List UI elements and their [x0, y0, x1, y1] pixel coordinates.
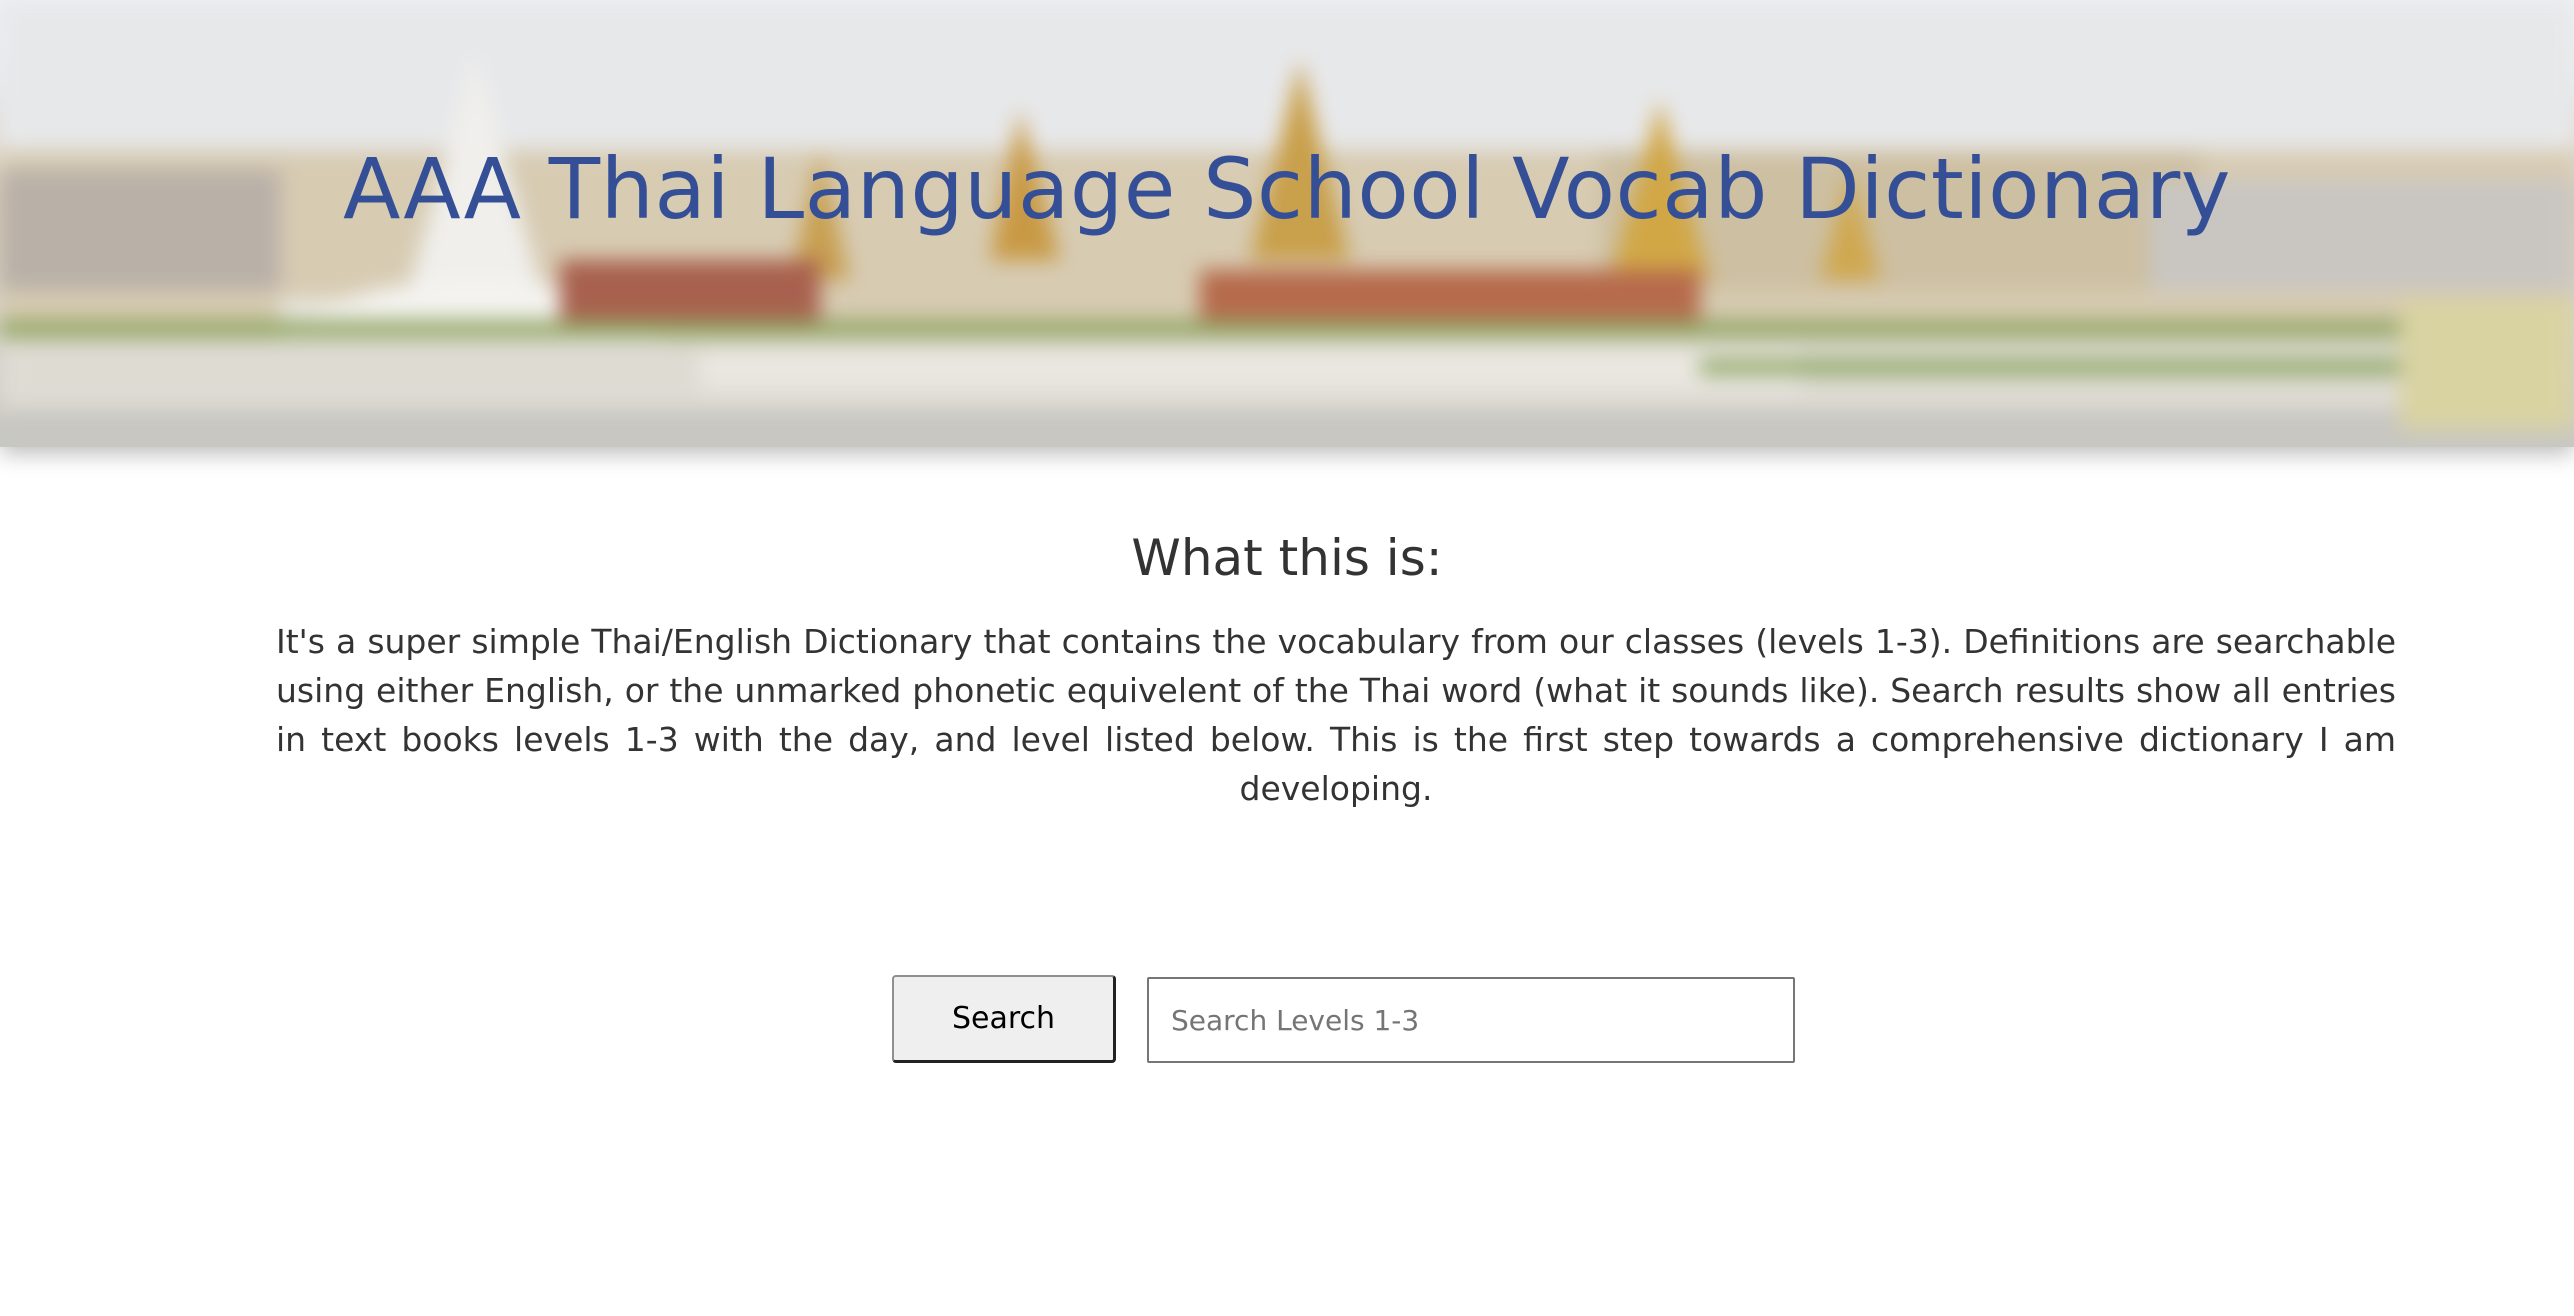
search-button[interactable]: Search — [892, 975, 1116, 1063]
hero-banner: AAA Thai Language School Vocab Dictionar… — [0, 0, 2574, 447]
search-input[interactable] — [1147, 977, 1795, 1063]
page-title: AAA Thai Language School Vocab Dictionar… — [343, 140, 2231, 238]
about-description: It's a super simple Thai/English Diction… — [276, 622, 2396, 808]
about-heading: What this is: — [1131, 529, 1443, 587]
